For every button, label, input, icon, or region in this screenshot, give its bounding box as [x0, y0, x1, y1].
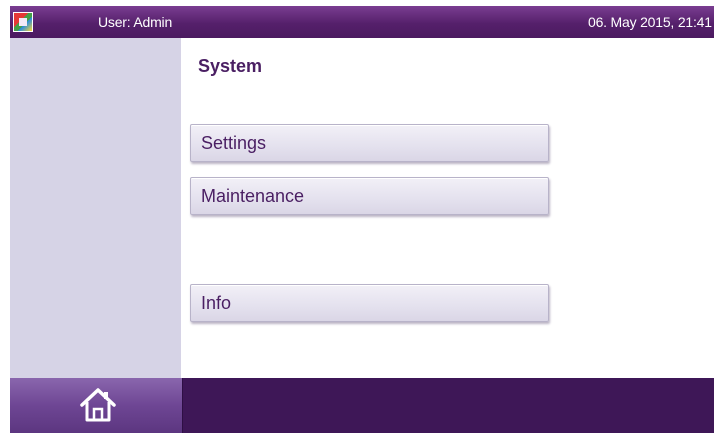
bottom-nav-bar: [10, 378, 714, 433]
settings-button[interactable]: Settings: [190, 124, 549, 162]
home-icon: [80, 388, 116, 422]
app-logo: [13, 12, 33, 32]
user-label: User: Admin: [98, 14, 173, 30]
home-button[interactable]: [10, 378, 183, 433]
info-button[interactable]: Info: [190, 284, 549, 322]
top-status-bar: User: Admin 06. May 2015, 21:41: [10, 6, 714, 38]
left-sidebar: [10, 38, 181, 378]
maintenance-button[interactable]: Maintenance: [190, 177, 549, 215]
device-screen: User: Admin 06. May 2015, 21:41 System S…: [10, 6, 714, 433]
date-time: 06. May 2015, 21:41: [588, 14, 712, 30]
page-title: System: [198, 56, 263, 76]
